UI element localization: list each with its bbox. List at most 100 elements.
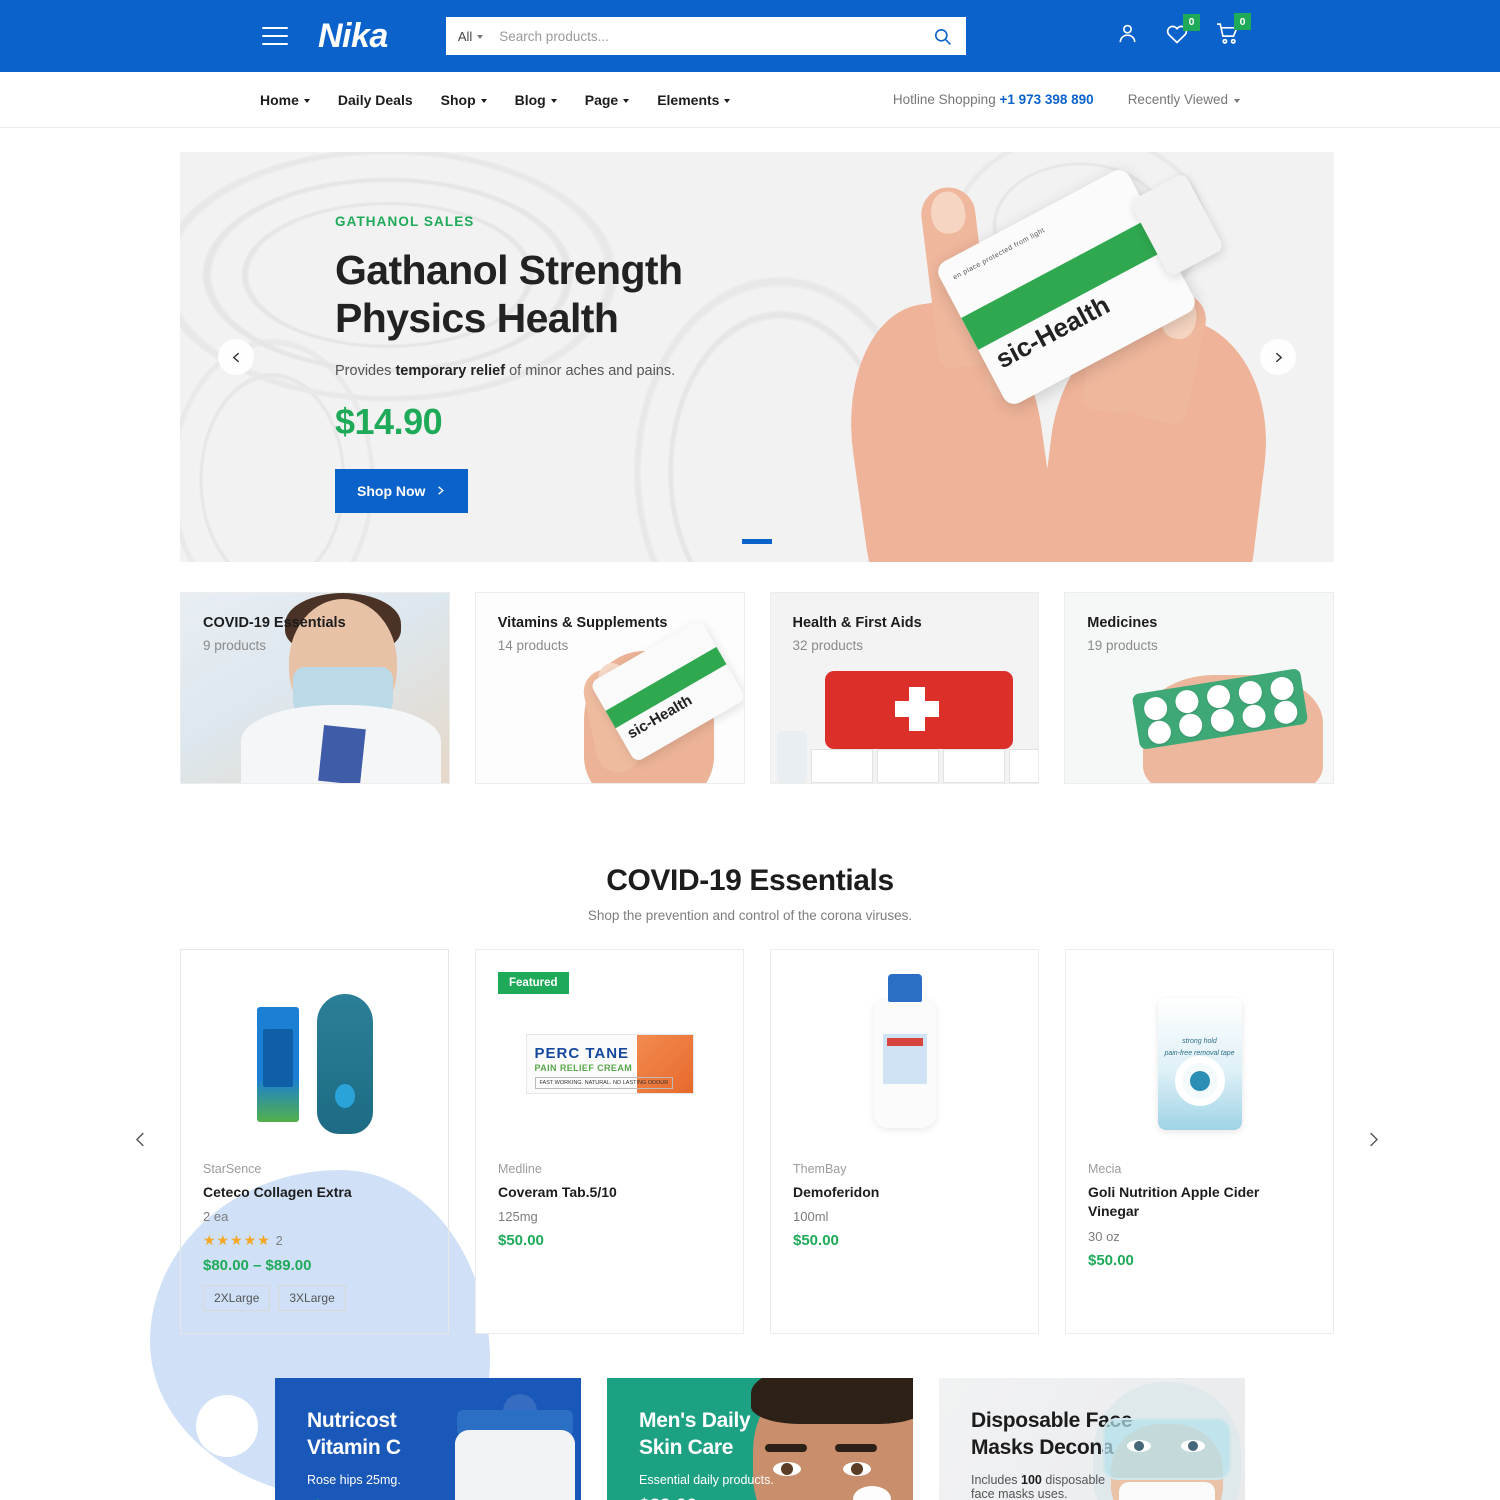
search-input[interactable] [493, 17, 920, 55]
insole-box [256, 1006, 299, 1122]
promo-text: Nutricost Vitamin C Rose hips 25mg. Shop… [307, 1408, 401, 1500]
nav-item-elements[interactable]: Elements [657, 91, 731, 108]
promo-title: Nutricost Vitamin C [307, 1408, 401, 1462]
product-variant: 125mg [498, 1209, 538, 1225]
hero-next-button[interactable] [1260, 339, 1296, 375]
product-card[interactable]: Featured PERC TANE PAIN RELIEF CREAM FAS… [475, 949, 744, 1335]
product-prev-button[interactable] [128, 1122, 153, 1161]
category-product-count: 9 products [203, 638, 267, 653]
chevron-down-icon [623, 98, 630, 103]
product-carousel: StarSence Ceteco Collagen Extra 2 ea ★★★… [135, 949, 1379, 1335]
hero-carousel: en place protected from light sic-Health… [180, 152, 1334, 562]
protective-goggles [1103, 1418, 1231, 1481]
account-icon[interactable] [1116, 22, 1139, 50]
medical-cross-icon [894, 701, 939, 717]
fingernail [928, 189, 968, 236]
bottle-label [882, 1034, 927, 1084]
star-icons: ★★★★★ [203, 1232, 271, 1249]
promo-price: $39.00 [639, 1496, 774, 1500]
product-name[interactable]: Coveram Tab.5/10 [498, 1183, 721, 1202]
product-card[interactable]: StarSence Ceteco Collagen Extra 2 ea ★★★… [180, 949, 449, 1335]
wishlist-count-badge: 0 [1183, 13, 1200, 31]
nav-label: Elements [657, 91, 720, 108]
chevron-right-icon [1370, 1132, 1379, 1147]
category-card-medicines[interactable]: Medicines 19 products [1064, 592, 1334, 784]
promo-subtitle: Essential daily products. [639, 1473, 774, 1488]
search-category-dropdown[interactable]: All [446, 29, 493, 44]
pill [1268, 675, 1296, 702]
chevron-left-icon [232, 352, 239, 362]
promo-banner-nutricost[interactable]: Nutricost Vitamin C Rose hips 25mg. Shop… [275, 1378, 581, 1500]
promo-banner-face-masks[interactable]: Disposable Face Masks Decona Includes 10… [939, 1378, 1245, 1500]
hero-button-label: Shop Now [357, 482, 426, 499]
eyebrow [835, 1444, 877, 1453]
category-card-covid-19-essentials[interactable]: COVID-19 Essentials 9 products [180, 592, 450, 784]
eyebrow [765, 1444, 807, 1453]
nav-label: Daily Deals [337, 91, 413, 108]
pain-relief-cream-box: PERC TANE PAIN RELIEF CREAM FAST WORKING… [525, 1034, 694, 1094]
chevron-right-icon [438, 486, 445, 495]
product-brand: Medline [498, 1162, 542, 1176]
nav-item-blog[interactable]: Blog [515, 92, 557, 108]
hero-sub-bold: temporary relief [395, 362, 506, 379]
pill [1173, 688, 1201, 715]
product-name[interactable]: Ceteco Collagen Extra [203, 1183, 426, 1202]
product-next-button[interactable] [1361, 1122, 1386, 1161]
hotline-phone-number[interactable]: +1 973 398 890 [999, 92, 1093, 107]
chevron-down-icon [550, 98, 557, 103]
category-card-vitamins-supplements[interactable]: sic-Health Vitamins & Supplements 14 pro… [474, 592, 745, 784]
box-brand-text: PERC TANE [534, 1045, 630, 1062]
hero-kicker: GATHANOL SALES [335, 214, 475, 229]
chevron-down-icon [480, 98, 487, 103]
recently-viewed-label: Recently Viewed [1127, 92, 1228, 107]
chevron-down-icon [303, 98, 310, 103]
product-variant: 2 ea [203, 1209, 229, 1225]
nav-item-home[interactable]: Home [260, 92, 310, 108]
nav-label: Page [584, 91, 619, 108]
product-brand: Mecia [1088, 1162, 1122, 1176]
promo-text: Men's Daily Skin Care Essential daily pr… [639, 1408, 774, 1500]
header-icon-group: 0 0 [1116, 13, 1251, 51]
hero-price: $14.90 [335, 400, 443, 442]
user-icon [1119, 24, 1136, 43]
promo-title: Men's Daily Skin Care [639, 1408, 774, 1462]
hero-subtitle: Provides temporary relief of minor aches… [335, 363, 682, 379]
cart-count-badge: 0 [1234, 13, 1251, 30]
main-navigation: Home Daily Deals Shop Blog Page Elements… [0, 72, 1500, 128]
hamburger-menu-icon[interactable] [262, 27, 288, 45]
product-name[interactable]: Goli Nutrition Apple Cider Vinegar [1088, 1183, 1311, 1222]
featured-badge: Featured [498, 972, 569, 994]
alcohol-pad [876, 749, 939, 783]
product-name[interactable]: Demoferidon [793, 1183, 1016, 1202]
hero-title: Gathanol Strength Physics Health [335, 246, 683, 343]
nav-item-daily-deals[interactable]: Daily Deals [338, 92, 413, 108]
search-icon [935, 28, 952, 45]
shoe-insole [316, 994, 373, 1134]
hero-shop-now-button[interactable]: Shop Now [335, 468, 469, 513]
category-card-health-first-aids[interactable]: Health & First Aids 32 products [769, 592, 1040, 784]
hero-pagination [742, 539, 772, 544]
tape-roll [1174, 1056, 1225, 1106]
promo-sub-before: Includes [971, 1473, 1022, 1488]
wishlist-button[interactable]: 0 [1165, 13, 1200, 51]
package-text-1: strong hold [1182, 1038, 1217, 1045]
size-option-2xlarge[interactable]: 2XLarge [203, 1285, 271, 1312]
category-product-count: 14 products [497, 638, 569, 653]
hero-pagination-dot[interactable] [742, 539, 772, 544]
product-price: $80.00 – $89.00 [203, 1257, 312, 1275]
hero-prev-button[interactable] [218, 339, 254, 375]
recently-viewed-dropdown[interactable]: Recently Viewed [1128, 92, 1240, 107]
nav-item-page[interactable]: Page [584, 91, 630, 108]
medical-tape-package: strong hold pain-free removal tape [1157, 998, 1242, 1130]
size-option-3xlarge[interactable]: 3XLarge [278, 1285, 346, 1312]
hero-sub-before: Provides [335, 362, 396, 379]
promo-banner-mens-skin-care[interactable]: Men's Daily Skin Care Essential daily pr… [607, 1378, 913, 1500]
nav-label: Blog [514, 91, 546, 108]
site-logo[interactable]: Nika [318, 17, 388, 56]
nav-item-shop[interactable]: Shop [441, 92, 487, 108]
product-card[interactable]: ThemBay Demoferidon 100ml $50.00 [770, 949, 1039, 1335]
cart-button[interactable]: 0 [1215, 13, 1251, 51]
search-button[interactable] [919, 17, 966, 55]
product-card[interactable]: strong hold pain-free removal tape Mecia… [1065, 949, 1334, 1335]
pill [1272, 699, 1299, 726]
